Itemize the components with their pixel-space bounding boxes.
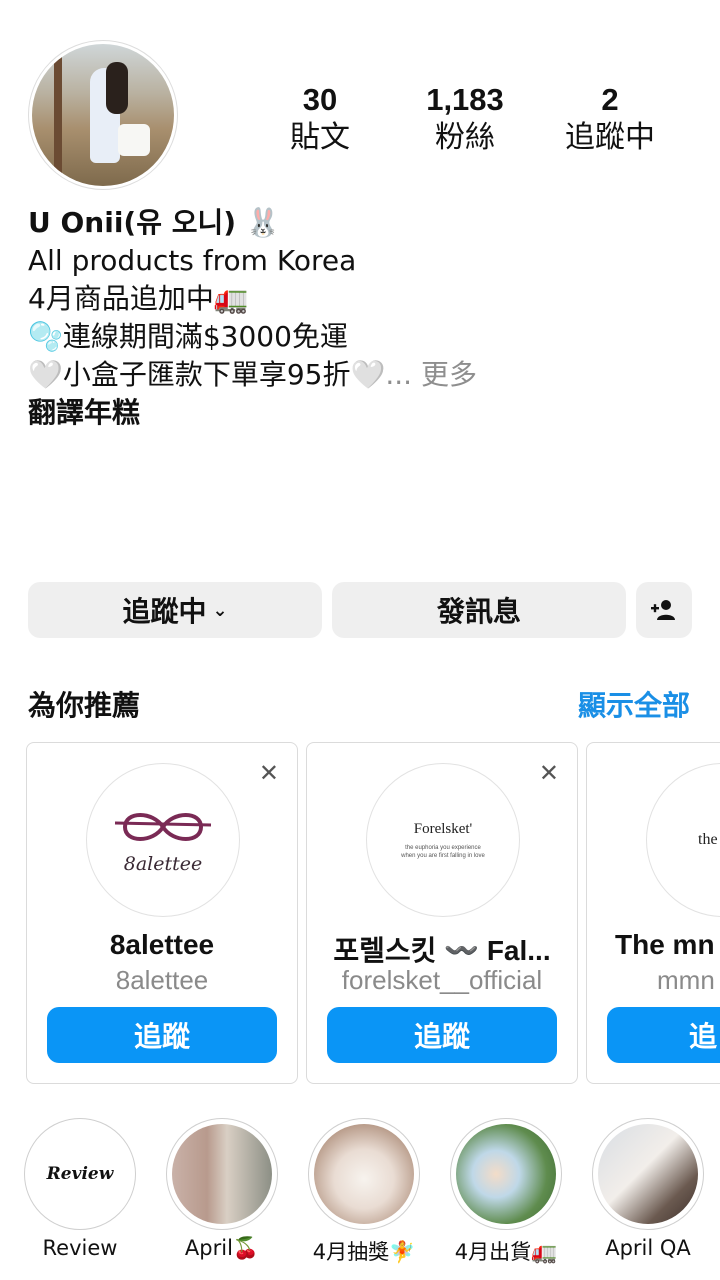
highlight-label: April🍒 [184, 1236, 260, 1260]
highlight-item[interactable]: Review Review [22, 1118, 138, 1260]
following-button[interactable]: 追蹤中 ⌄ [28, 582, 322, 638]
highlight-cover [166, 1118, 278, 1230]
logo-text: the MMN [698, 831, 720, 848]
stat-following-count: 2 [601, 82, 619, 117]
stat-followers-count: 1,183 [426, 82, 504, 117]
profile-name: U Onii(유 오니) 🐰 [28, 206, 281, 239]
highlight-item[interactable]: April QA [590, 1118, 706, 1260]
stat-posts-count: 30 [302, 82, 338, 117]
stat-followers-label: 粉絲 [435, 120, 495, 155]
suggestion-card: ✕ 8alettee 8alettee 8alettee 追蹤 [26, 742, 298, 1084]
highlight-item[interactable]: April🍒 [164, 1118, 280, 1261]
suggestion-cards[interactable]: ✕ 8alettee 8alettee 8alettee 追蹤 ✕ Forels… [26, 742, 720, 1084]
story-highlights: Review Review April🍒 4月抽獎🧚 4月出貨🚛 April Q… [0, 1118, 720, 1268]
suggestion-name[interactable]: 8alettee [27, 929, 297, 961]
close-icon[interactable]: ✕ [539, 759, 559, 788]
suggestion-name[interactable]: The mn [587, 929, 720, 961]
highlight-cover [308, 1118, 420, 1230]
message-button[interactable]: 發訊息 [332, 582, 626, 638]
highlight-cover-text: Review [46, 1164, 114, 1184]
suggestions-header: 為你推薦 顯示全部 [28, 682, 692, 722]
bio-line-4-row: 🤍小盒子匯款下單享95折🤍... 更多 [28, 356, 688, 394]
suggestion-handle: forelsket__official [341, 965, 543, 995]
logo-text: 8alettee [123, 853, 203, 875]
highlight-item[interactable]: 4月抽獎🧚 [306, 1118, 422, 1266]
stat-followers[interactable]: 1,183 粉絲 [395, 84, 535, 153]
infinity-logo-icon [114, 813, 212, 841]
suggestion-card: ✕ Forelsket' the euphoria you experience… [306, 742, 578, 1084]
stat-posts-label: 貼文 [290, 120, 350, 155]
stat-following[interactable]: 2 追蹤中 [540, 84, 680, 153]
highlight-label: Review [42, 1236, 118, 1260]
message-button-label: 發訊息 [436, 595, 521, 628]
follow-button[interactable]: 追 [607, 1007, 720, 1063]
bio-line-4: 🤍小盒子匯款下單享95折🤍 [28, 358, 386, 391]
profile-bio: U Onii(유 오니) 🐰 All products from Korea 4… [28, 204, 688, 432]
highlight-cover [450, 1118, 562, 1230]
following-button-label: 追蹤中 [122, 595, 207, 628]
suggestion-card: the MMN The mn mmn 追 [586, 742, 720, 1084]
suggestion-handle: mmn [657, 965, 715, 995]
suggestion-handle: 8alettee [115, 965, 209, 995]
close-icon[interactable]: ✕ [259, 759, 279, 788]
bio-more-link[interactable]: ... 更多 [385, 358, 477, 391]
stat-following-label: 追蹤中 [565, 120, 655, 155]
highlight-label: 4月出貨🚛 [454, 1240, 558, 1264]
add-person-icon [651, 600, 675, 620]
highlight-label: 4月抽獎🧚 [312, 1240, 416, 1264]
suggestion-name[interactable]: 포렐스킷 〰️ Fal... [307, 929, 577, 969]
suggestion-avatar[interactable]: Forelsket' the euphoria you experience w… [366, 763, 520, 917]
translate-link[interactable]: 翻譯年糕 [28, 394, 688, 432]
profile-actions: 追蹤中 ⌄ 發訊息 [28, 582, 692, 638]
bio-line-3: 🫧連線期間滿$3000免運 [28, 320, 348, 353]
show-all-link[interactable]: 顯示全部 [578, 684, 690, 724]
highlight-cover: Review [24, 1118, 136, 1230]
suggestion-avatar[interactable]: the MMN [646, 763, 720, 917]
follow-button[interactable]: 追蹤 [47, 1007, 277, 1063]
add-person-button[interactable] [636, 582, 692, 638]
highlight-label: April QA [605, 1236, 691, 1260]
logo-text: Forelsket' [413, 820, 473, 837]
profile-stats: 30 貼文 1,183 粉絲 2 追蹤中 [250, 84, 680, 153]
chevron-down-icon: ⌄ [212, 599, 228, 621]
bio-line-2: 4月商品追加中🚛 [28, 282, 249, 315]
profile-avatar[interactable] [28, 40, 178, 190]
highlight-item[interactable]: 4月出貨🚛 [448, 1118, 564, 1266]
avatar-photo [32, 44, 174, 186]
highlight-cover [592, 1118, 704, 1230]
follow-button[interactable]: 追蹤 [327, 1007, 557, 1063]
logo-subtext: the euphoria you experience when you are… [401, 844, 485, 859]
suggestion-avatar[interactable]: 8alettee [86, 763, 240, 917]
stat-posts[interactable]: 30 貼文 [250, 84, 390, 153]
suggestions-title: 為你推薦 [28, 689, 141, 722]
top-bar-cutoff [0, 0, 720, 4]
bio-line-1: All products from Korea [28, 244, 357, 277]
